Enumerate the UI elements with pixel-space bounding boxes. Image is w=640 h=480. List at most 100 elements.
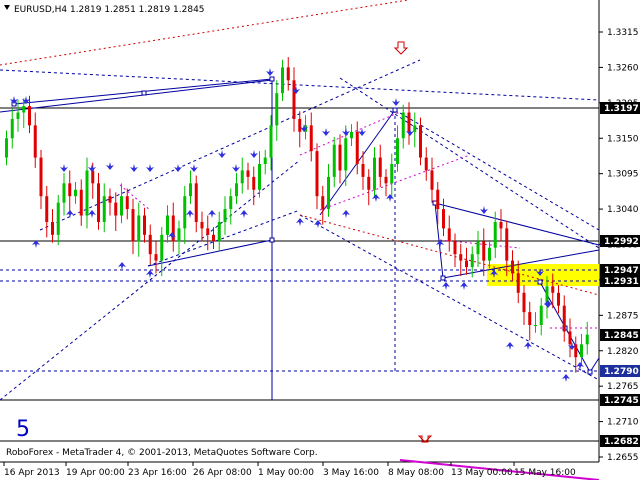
fractal-down-icon (60, 164, 68, 172)
fractal-up-icon (386, 194, 394, 202)
candle (401, 104, 405, 149)
price-label: 1.2790 (604, 367, 639, 377)
fractal-up-icon (460, 282, 468, 290)
candle (200, 211, 204, 242)
y-tick-label: 1.3315 (607, 28, 639, 38)
fractal-up-icon (314, 220, 322, 228)
candle (407, 102, 411, 145)
fractal-up-icon (208, 210, 216, 218)
y-tick-label: 1.2710 (607, 418, 639, 428)
candle (246, 162, 250, 190)
candle (309, 112, 313, 162)
fractal-up-icon (118, 262, 126, 270)
candle (102, 183, 106, 233)
candle (327, 164, 330, 217)
x-tick-label: 26 Apr 08:00 (193, 468, 252, 478)
fractal-up-icon (442, 282, 450, 290)
x-tick-label: 15 May 16:00 (514, 468, 576, 478)
candle (442, 198, 445, 237)
candle (252, 166, 256, 206)
candle (154, 241, 158, 274)
candle (482, 228, 486, 277)
candle (298, 111, 302, 148)
candle (384, 169, 388, 197)
candle (557, 285, 560, 314)
fractal-down-icon (106, 162, 114, 170)
price-label: 1.3197 (604, 104, 639, 114)
candle (574, 336, 578, 373)
candle (56, 194, 60, 246)
candle (476, 230, 480, 268)
candle (499, 209, 503, 242)
fractal-down-icon (88, 164, 96, 172)
candle (114, 192, 118, 231)
wave-number-label: 5 (16, 417, 30, 442)
candle (143, 207, 146, 243)
fractal-down-icon (130, 164, 138, 172)
candle (125, 188, 129, 220)
price-label: 1.2992 (604, 237, 639, 247)
candle (97, 173, 100, 230)
x-tick-label: 23 Apr 16:00 (128, 468, 187, 478)
candle (390, 153, 394, 199)
fractal-down-icon (10, 96, 18, 104)
y-tick-label: 1.3040 (607, 205, 639, 215)
y-tick-label: 1.3150 (607, 134, 639, 144)
dropdown-triangle-icon[interactable] (4, 5, 10, 10)
copyright-footer: RoboForex - MetaTrader 4, © 2001-2013, M… (6, 448, 318, 458)
x-tick-label: 16 Apr 2013 (4, 468, 60, 478)
candle (580, 334, 583, 365)
candle (315, 143, 319, 210)
candle (10, 108, 14, 149)
candle (131, 198, 135, 255)
candle (85, 157, 89, 229)
fractal-down-icon (406, 128, 414, 136)
price-label: 1.2931 (604, 277, 639, 287)
fractal-down-icon (190, 164, 198, 172)
y-tick-label: 1.2820 (607, 347, 639, 357)
price-label: 1.2682 (604, 437, 639, 447)
candle (33, 112, 37, 168)
price-label: 1.2947 (604, 266, 639, 276)
candle (206, 215, 210, 251)
fractal-down-icon (266, 68, 274, 76)
x-tick-label: 8 May 08:00 (388, 468, 444, 478)
candle (453, 233, 457, 268)
candle (68, 170, 72, 212)
y-tick-label: 1.2765 (607, 382, 639, 392)
candle (217, 211, 221, 252)
fractal-up-icon (88, 210, 96, 218)
price-chart[interactable]: EURUSD,H4 1.2819 1.2851 1.2819 1.2845 5 … (0, 0, 640, 480)
fractal-down-icon (342, 128, 350, 136)
candle (332, 136, 336, 188)
candle (419, 117, 422, 166)
candle (447, 215, 451, 252)
fractal-down-icon (218, 150, 226, 158)
candle (286, 57, 290, 91)
fractal-up-icon (372, 194, 380, 202)
candle (45, 185, 49, 238)
candle (367, 169, 371, 206)
y-tick-label: 1.2875 (607, 311, 639, 321)
candle (183, 185, 187, 244)
price-label: 1.2845 (604, 331, 639, 341)
candle (16, 99, 20, 132)
y-tick-label: 1.3095 (607, 170, 639, 180)
candle (355, 121, 359, 175)
candle (281, 59, 284, 101)
x-tick-label: 1 May 00:00 (258, 468, 314, 478)
candle (223, 196, 227, 235)
fractal-up-icon (506, 342, 514, 350)
candle (350, 124, 353, 146)
candle (534, 312, 537, 333)
candle (338, 134, 342, 184)
fractal-up-icon (240, 210, 248, 218)
fractal-down-icon (146, 164, 154, 172)
x-axis-ticks: 16 Apr 2013 19 Apr 00:00 23 Apr 16:00 26 Ap… (3, 462, 576, 478)
fractal-down-icon (480, 206, 488, 214)
candle (189, 170, 192, 204)
fractal-up-icon (168, 232, 176, 240)
x-tick-label: 3 May 16:00 (323, 468, 379, 478)
candle (378, 144, 382, 188)
fractal-down-icon (250, 150, 258, 158)
